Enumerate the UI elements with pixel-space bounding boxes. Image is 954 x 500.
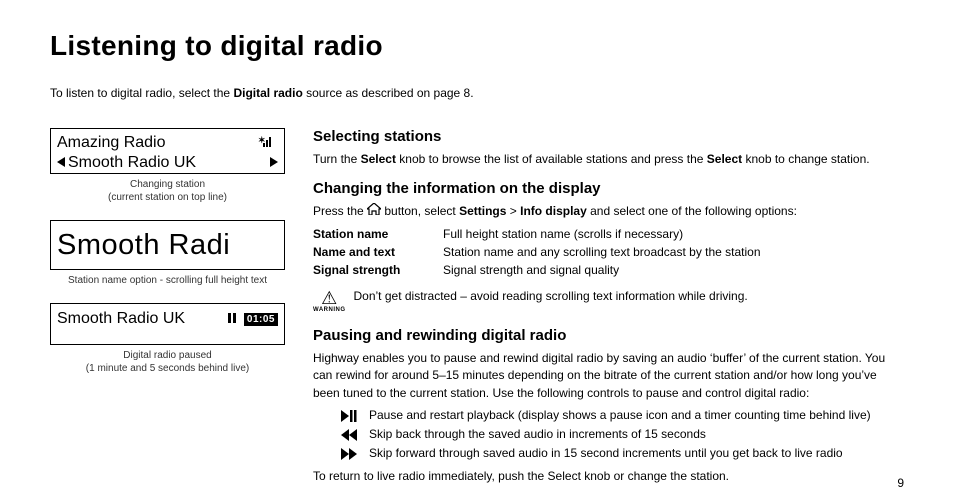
s2-pre: Press the (313, 204, 367, 218)
warning-icon: ⚠ WARNING (313, 289, 346, 313)
left-column: Amazing Radio ✶ Smooth Radio UK (50, 128, 285, 497)
display-panel-station-name: Smooth Radi (50, 220, 285, 270)
page-number: 9 (897, 476, 904, 490)
option-row: Signal strengthSignal strength and signa… (313, 261, 904, 279)
panel1-line1: Amazing Radio (57, 134, 166, 152)
panel3-caption: Digital radio paused (1 minute and 5 sec… (68, 349, 268, 375)
s2-info: Info display (520, 204, 587, 218)
arrow-right-icon (270, 154, 278, 172)
warning-label: WARNING (313, 307, 346, 313)
option-key: Station name (313, 225, 443, 243)
changing-info-lead: Press the button, select Settings > Info… (313, 203, 904, 220)
heading-changing-info: Changing the information on the display (313, 180, 904, 197)
arrow-left-icon (57, 154, 65, 172)
s1-pre: Turn the (313, 152, 361, 166)
option-val: Signal strength and signal quality (443, 261, 904, 279)
s1-post: knob to change station. (742, 152, 869, 166)
control-row: Skip back through the saved audio in inc… (339, 425, 904, 444)
control-row: Skip forward through saved audio in 15 s… (339, 444, 904, 463)
svg-text:✶: ✶ (258, 135, 266, 145)
control-text: Pause and restart playback (display show… (369, 406, 871, 425)
info-display-options: Station nameFull height station name (sc… (313, 225, 904, 279)
option-key: Name and text (313, 243, 443, 261)
intro-pre: To listen to digital radio, select the (50, 86, 233, 100)
s2-gt: > (506, 204, 520, 218)
display-panel-paused: Smooth Radio UK 01:05 (50, 303, 285, 345)
panel3-label: Smooth Radio UK (57, 310, 222, 328)
control-row: Pause and restart playback (display show… (339, 406, 904, 425)
right-column: Selecting stations Turn the Select knob … (313, 128, 904, 497)
option-key: Signal strength (313, 261, 443, 279)
page-title: Listening to digital radio (50, 30, 904, 62)
heading-pausing: Pausing and rewinding digital radio (313, 327, 904, 344)
display-panel-changing-station: Amazing Radio ✶ Smooth Radio UK (50, 128, 285, 174)
s2-mid: button, select (381, 204, 459, 218)
s2-settings: Settings (459, 204, 506, 218)
panel2-text: Smooth Radi (57, 229, 230, 262)
skip-forward-icon (339, 448, 359, 460)
panel2-caption: Station name option - scrolling full hei… (68, 274, 268, 287)
option-row: Station nameFull height station name (sc… (313, 225, 904, 243)
signal-icon: ✶ (256, 134, 278, 152)
s2-post: and select one of the following options: (587, 204, 797, 218)
option-val: Station name and any scrolling text broa… (443, 243, 904, 261)
intro-bold: Digital radio (233, 86, 302, 100)
pausing-paragraph: Highway enables you to pause and rewind … (313, 350, 904, 402)
s1-mid: knob to browse the list of available sta… (396, 152, 707, 166)
warning-text: Don’t get distracted – avoid reading scr… (354, 289, 748, 303)
home-icon (367, 203, 381, 220)
intro-post: source as described on page 8. (303, 86, 474, 100)
skip-back-icon (339, 429, 359, 441)
option-row: Name and textStation name and any scroll… (313, 243, 904, 261)
option-val: Full height station name (scrolls if nec… (443, 225, 904, 243)
return-to-live: To return to live radio immediately, pus… (313, 468, 904, 485)
play-pause-icon (339, 410, 359, 422)
control-text: Skip forward through saved audio in 15 s… (369, 444, 843, 463)
selecting-stations-text: Turn the Select knob to browse the list … (313, 151, 904, 168)
panel1-caption: Changing station (current station on top… (68, 178, 268, 204)
pause-icon (228, 310, 238, 328)
pause-timer: 01:05 (244, 313, 278, 326)
panel1-line2: Smooth Radio UK (68, 154, 196, 172)
s1-kw2: Select (707, 152, 742, 166)
s1-kw1: Select (361, 152, 396, 166)
control-text: Skip back through the saved audio in inc… (369, 425, 706, 444)
intro-paragraph: To listen to digital radio, select the D… (50, 86, 904, 100)
heading-selecting-stations: Selecting stations (313, 128, 904, 145)
warning-row: ⚠ WARNING Don’t get distracted – avoid r… (313, 289, 904, 313)
